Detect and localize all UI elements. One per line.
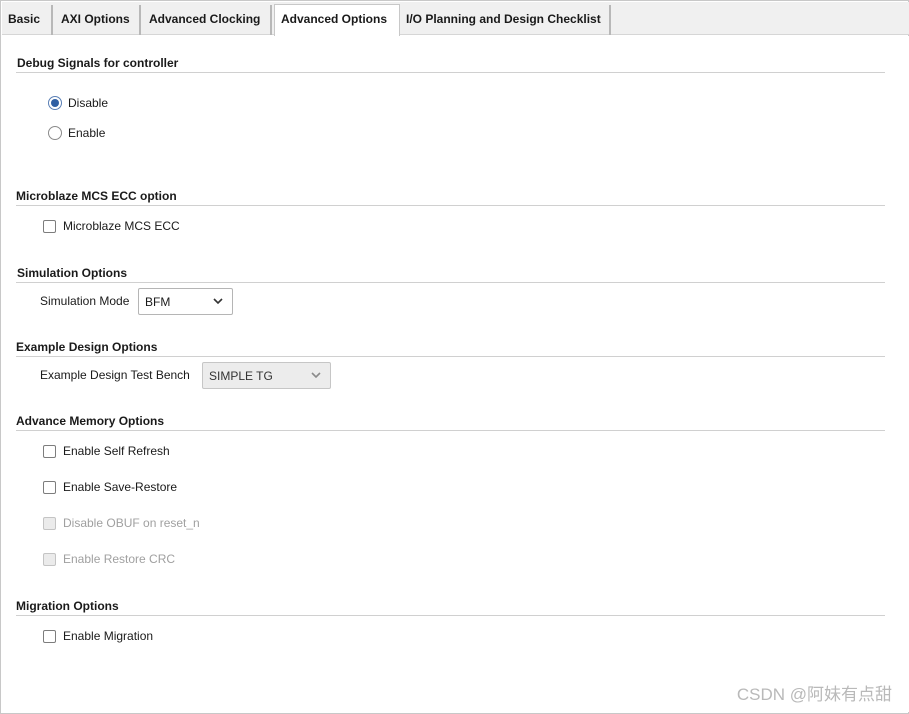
debug-enable-radio[interactable]: Enable — [48, 126, 105, 140]
debug-enable-label: Enable — [68, 126, 106, 140]
self-refresh-checkbox[interactable]: Enable Self Refresh — [43, 444, 170, 458]
example-testbench-label: Example Design Test Bench — [40, 368, 190, 382]
section-divider — [16, 282, 885, 283]
restore-crc-label: Enable Restore CRC — [63, 552, 176, 566]
checkbox-icon[interactable] — [43, 444, 56, 458]
tab-advanced-options[interactable]: Advanced Options — [274, 4, 400, 36]
checkbox-disabled-icon — [43, 552, 56, 566]
watermark: CSDN @阿妹有点甜 — [736, 685, 892, 704]
migration-section-title: Migration Options — [16, 599, 119, 613]
enable-migration-label: Enable Migration — [63, 629, 154, 643]
debug-disable-label: Disable — [68, 96, 109, 110]
tab-advanced-clocking[interactable]: Advanced Clocking — [143, 5, 272, 35]
save-restore-label: Enable Save-Restore — [63, 480, 178, 494]
tab-axi-options[interactable]: AXI Options — [55, 5, 141, 35]
disable-obuf-checkbox: Disable OBUF on reset_n — [43, 516, 200, 530]
section-divider — [16, 430, 885, 431]
chevron-down-icon — [213, 298, 223, 305]
simulation-mode-label: Simulation Mode — [40, 294, 130, 308]
simulation-section-title: Simulation Options — [17, 266, 127, 280]
self-refresh-label: Enable Self Refresh — [63, 444, 170, 458]
restore-crc-checkbox: Enable Restore CRC — [43, 552, 175, 566]
radio-selected-icon[interactable] — [48, 96, 62, 110]
enable-migration-checkbox[interactable]: Enable Migration — [43, 629, 153, 643]
debug-section-title: Debug Signals for controller — [17, 56, 179, 70]
radio-unselected-icon[interactable] — [48, 126, 62, 140]
checkbox-icon[interactable] — [43, 480, 56, 494]
mcs-section-title: Microblaze MCS ECC option — [16, 189, 177, 203]
section-divider — [16, 615, 885, 616]
section-divider — [16, 72, 885, 73]
tab-io-planning[interactable]: I/O Planning and Design Checklist — [400, 5, 611, 35]
simulation-mode-value: BFM — [145, 294, 171, 309]
disable-obuf-label: Disable OBUF on reset_n — [63, 516, 200, 530]
debug-disable-radio[interactable]: Disable — [48, 96, 108, 110]
example-section-title: Example Design Options — [16, 340, 158, 354]
example-testbench-value: SIMPLE TG — [209, 368, 273, 383]
section-divider — [16, 205, 885, 206]
mcs-ecc-checkbox[interactable]: Microblaze MCS ECC — [43, 219, 180, 233]
tab-bar: Basic AXI Options Advanced Clocking Adva… — [2, 2, 909, 36]
section-divider — [16, 356, 885, 357]
checkbox-icon[interactable] — [43, 629, 56, 643]
mcs-ecc-label: Microblaze MCS ECC — [63, 219, 180, 233]
ip-customization-panel: Basic AXI Options Advanced Clocking Adva… — [0, 0, 909, 714]
tab-content: Debug Signals for controller Disable Ena… — [2, 36, 909, 712]
memory-section-title: Advance Memory Options — [16, 414, 165, 428]
checkbox-disabled-icon — [43, 516, 56, 530]
example-testbench-dropdown[interactable]: SIMPLE TG — [202, 362, 331, 389]
checkbox-icon[interactable] — [43, 219, 56, 233]
tab-basic[interactable]: Basic — [2, 5, 53, 35]
chevron-down-icon — [311, 372, 321, 379]
save-restore-checkbox[interactable]: Enable Save-Restore — [43, 480, 177, 494]
simulation-mode-dropdown[interactable]: BFM — [138, 288, 233, 315]
